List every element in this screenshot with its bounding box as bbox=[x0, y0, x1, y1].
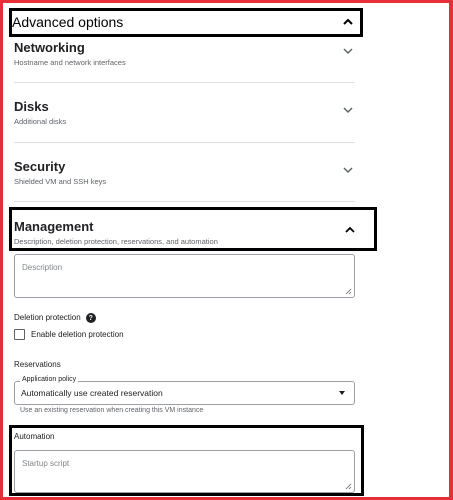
section-subtitle: Hostname and network interfaces bbox=[14, 58, 126, 67]
advanced-options-title: Advanced options bbox=[12, 14, 124, 30]
section-security[interactable]: Security Shielded VM and SSH keys bbox=[14, 159, 355, 187]
divider bbox=[14, 82, 355, 83]
section-networking[interactable]: Networking Hostname and network interfac… bbox=[14, 40, 355, 68]
enable-deletion-protection-row[interactable]: Enable deletion protection bbox=[14, 329, 124, 340]
section-title: Security bbox=[14, 159, 66, 174]
chevron-up-icon bbox=[343, 18, 353, 25]
section-subtitle: Shielded VM and SSH keys bbox=[14, 177, 107, 186]
application-policy-select[interactable]: Application policy Automatically use cre… bbox=[14, 376, 355, 405]
chevron-down-icon[interactable] bbox=[341, 163, 355, 177]
enable-deletion-protection-checkbox[interactable] bbox=[14, 329, 25, 340]
divider bbox=[14, 201, 355, 202]
section-title: Disks bbox=[14, 99, 49, 114]
section-disks[interactable]: Disks Additional disks bbox=[14, 99, 355, 127]
screenshot-frame bbox=[0, 0, 453, 500]
chevron-down-icon[interactable] bbox=[341, 103, 355, 117]
chevron-up-icon[interactable] bbox=[343, 223, 357, 237]
resize-handle-icon[interactable] bbox=[345, 288, 352, 295]
deletion-protection-label: Deletion protection bbox=[14, 313, 81, 323]
reservation-hint: Use an existing reservation when creatin… bbox=[20, 407, 204, 414]
dropdown-arrow-icon bbox=[339, 391, 345, 395]
section-title: Management bbox=[14, 219, 94, 234]
application-policy-label: Application policy bbox=[20, 376, 79, 383]
enable-deletion-protection-label: Enable deletion protection bbox=[31, 330, 124, 339]
section-title: Networking bbox=[14, 40, 85, 55]
help-icon[interactable]: ? bbox=[85, 313, 96, 323]
description-field[interactable]: Description bbox=[14, 254, 355, 298]
reservations-heading: Reservations bbox=[14, 360, 61, 369]
deletion-protection-heading: Deletion protection? bbox=[14, 313, 96, 323]
application-policy-value: Automatically use created reservation bbox=[21, 388, 163, 398]
startup-script-placeholder: Startup script bbox=[22, 459, 70, 468]
section-subtitle: Additional disks bbox=[14, 117, 67, 126]
section-management[interactable]: Management Description, deletion protect… bbox=[14, 219, 355, 247]
divider bbox=[14, 142, 355, 143]
startup-script-field[interactable]: Startup script bbox=[14, 450, 355, 493]
advanced-options-toggle[interactable]: Advanced options bbox=[9, 8, 363, 36]
resize-handle-icon[interactable] bbox=[345, 483, 352, 490]
automation-heading: Automation bbox=[14, 432, 55, 441]
section-subtitle: Description, deletion protection, reserv… bbox=[14, 237, 218, 246]
chevron-down-icon[interactable] bbox=[341, 44, 355, 58]
description-placeholder: Description bbox=[22, 263, 63, 272]
